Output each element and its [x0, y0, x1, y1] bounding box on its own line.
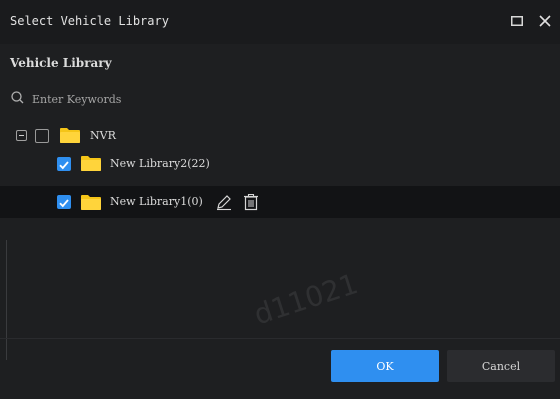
tree-row-library1[interactable]: New Library1(0) — [0, 186, 560, 218]
footer-divider — [0, 338, 560, 339]
ok-button[interactable]: OK — [331, 350, 439, 382]
close-button[interactable] — [534, 10, 556, 32]
tree-label-library1: New Library1(0) — [110, 195, 203, 208]
pencil-icon[interactable] — [215, 193, 233, 211]
search-icon — [11, 91, 24, 104]
collapse-toggle[interactable] — [16, 130, 27, 141]
maximize-icon — [511, 16, 523, 26]
watermark: d11021 — [250, 266, 362, 332]
tree-label-library2: New Library2(22) — [110, 157, 210, 170]
checkbox-nvr[interactable] — [35, 129, 49, 143]
section-title: Vehicle Library — [10, 56, 112, 70]
trash-icon[interactable] — [242, 193, 260, 211]
checkmark-icon — [59, 199, 69, 208]
divider — [6, 240, 7, 360]
maximize-button[interactable] — [506, 10, 528, 32]
close-icon — [539, 15, 551, 27]
title-bar: Select Vehicle Library — [0, 0, 560, 44]
checkbox-library2[interactable] — [57, 157, 71, 171]
checkmark-icon — [59, 161, 69, 170]
select-vehicle-library-dialog: Select Vehicle Library Vehicle Library E… — [0, 0, 560, 399]
cancel-button[interactable]: Cancel — [447, 350, 555, 382]
checkbox-library1[interactable] — [57, 195, 71, 209]
search-box — [8, 88, 308, 110]
folder-icon — [81, 195, 101, 210]
tree-row-library2[interactable]: New Library2(22) — [0, 148, 560, 180]
tree-label-nvr: NVR — [90, 129, 116, 142]
dialog-title: Select Vehicle Library — [10, 14, 169, 28]
folder-icon — [81, 156, 101, 171]
search-input[interactable] — [32, 88, 302, 110]
folder-icon — [60, 128, 80, 143]
